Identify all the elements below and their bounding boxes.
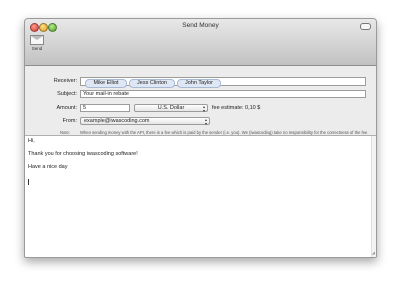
subject-label: Subject: [57,91,77,97]
fee-estimate: fee estimate: 0,10 $ [212,105,261,111]
amount-field[interactable]: 5 [80,104,130,112]
message-line: Thank you for choosing iwascoding softwa… [28,151,138,157]
vertical-scrollbar[interactable] [371,136,376,257]
send-button-label: Send [31,46,43,51]
message-body-editor[interactable]: Hi, Thank you for choosing iwascoding so… [25,135,376,257]
window-title: Send Money [182,22,219,29]
receiver-token[interactable]: Mike Elliot [85,79,127,88]
text-cursor [28,179,29,185]
payment-form: Receiver: Mike Elliot Jess Clinton John … [25,66,376,140]
toolbar-toggle-button[interactable] [360,23,371,30]
envelope-icon [30,35,44,45]
from-label: From: [62,118,77,124]
message-line: Hi, [28,138,35,144]
from-account-select[interactable]: example@iwascoding.com ▴ ▾ [80,117,210,125]
from-account-value: example@iwascoding.com [84,118,150,124]
amount-label: Amount: [56,105,77,111]
chevron-updown-icon: ▴ ▾ [204,117,207,126]
receiver-label: Receiver: [53,78,77,84]
resize-grip-icon[interactable]: ◢ [372,250,375,256]
message-line: Have a nice day [28,164,68,170]
send-button[interactable]: Send [29,35,45,51]
title-bar: Send Money Send [25,19,376,66]
receiver-token[interactable]: John Taylor [177,79,221,88]
currency-select[interactable]: U.S. Dollar ▴ ▾ [134,104,208,112]
chevron-updown-icon: ▴ ▾ [202,104,205,113]
receiver-token-field[interactable]: Mike Elliot Jess Clinton John Taylor [80,77,366,88]
subject-field[interactable]: Your mail-in rebate [80,90,366,98]
receiver-token[interactable]: Jess Clinton [129,79,175,88]
send-money-window: Send Money Send Receiver: Mike Elliot Je… [24,18,377,258]
currency-select-value: U.S. Dollar [157,105,185,111]
